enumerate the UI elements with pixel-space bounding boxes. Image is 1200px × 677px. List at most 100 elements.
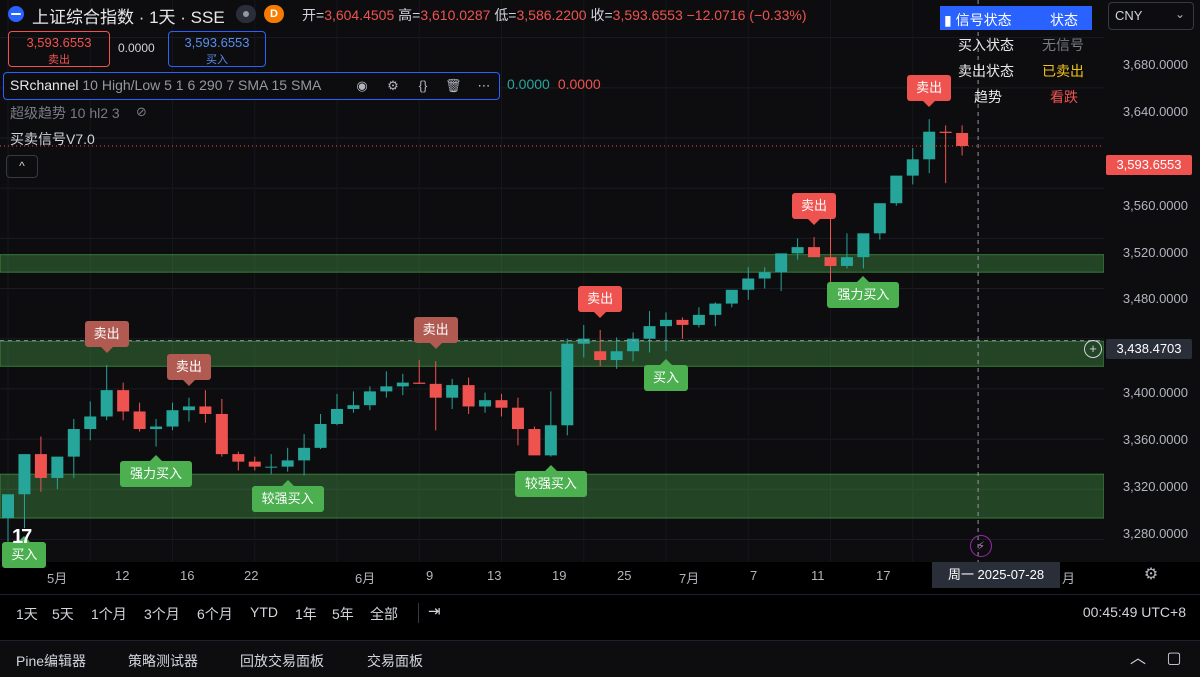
- high-label: 高=: [398, 7, 421, 23]
- tradingview-logo[interactable]: 17: [12, 526, 32, 549]
- clock[interactable]: 00:45:49 UTC+8: [1083, 604, 1186, 620]
- low-label: 低=: [494, 7, 517, 23]
- more-icon[interactable]: ⋯: [476, 78, 492, 94]
- currency-value: CNY: [1115, 8, 1143, 23]
- price-label: 3,680.0000: [1122, 57, 1188, 72]
- candle-body: [314, 424, 327, 448]
- candle-body: [791, 247, 804, 254]
- range-3m-button[interactable]: 3个月: [144, 604, 180, 624]
- buy-signal-label: 强力买入: [120, 454, 193, 487]
- sell-signal-label: 卖出: [907, 75, 952, 108]
- time-label: 6月: [355, 571, 376, 586]
- candle-body: [363, 391, 376, 406]
- table-row: 趋势 看跌: [940, 82, 1092, 108]
- toolbar-divider: [418, 603, 419, 623]
- row-key: 买入状态: [958, 37, 1014, 53]
- candle-body: [758, 272, 771, 279]
- calendar-goto-icon[interactable]: ⇥: [428, 602, 446, 620]
- signal-status-table: ▮ 信号状态 状态 买入状态 无信号 卖出状态 已卖出 趋势 看跌: [940, 6, 1092, 108]
- time-label: 22: [244, 568, 259, 583]
- candle-body: [100, 390, 113, 417]
- buy-button[interactable]: 3,593.6553 买入: [168, 31, 266, 67]
- candle-body: [824, 257, 837, 266]
- tab-strategy-tester[interactable]: 策略测试器: [128, 651, 198, 671]
- hidden-eye-icon[interactable]: ⊘: [136, 104, 152, 120]
- candle-body: [742, 278, 755, 290]
- time-label: 月: [1062, 571, 1076, 586]
- candle-body: [232, 454, 245, 462]
- price-label: 3,560.0000: [1122, 198, 1188, 213]
- candle-body: [890, 175, 903, 204]
- maximize-icon[interactable]: ▢: [1164, 649, 1184, 669]
- candle-body: [380, 386, 393, 392]
- time-label: 5月: [47, 571, 68, 586]
- buy-signal-label: 买入: [644, 359, 688, 392]
- range-all-button[interactable]: 全部: [370, 604, 398, 624]
- range-toolbar: 1天 5天 1个月 3个月 6个月 YTD 1年 5年 全部 ⇥ 00:45:4…: [0, 594, 1200, 631]
- time-label: 16: [180, 568, 195, 583]
- tab-replay-panel[interactable]: 回放交易面板: [240, 651, 324, 671]
- eye-icon[interactable]: ◉: [354, 78, 370, 94]
- range-1m-button[interactable]: 1个月: [91, 604, 127, 624]
- range-6m-button[interactable]: 6个月: [197, 604, 233, 624]
- close-label: 收=: [590, 7, 613, 23]
- range-1d-button[interactable]: 1天: [16, 604, 38, 624]
- sr-channel-indicator-row[interactable]: SRchannel 10 High/Low 5 1 6 290 7 SMA 15…: [3, 72, 500, 100]
- tab-pine-editor[interactable]: Pine编辑器: [16, 651, 86, 671]
- time-label: 12: [115, 568, 130, 583]
- crosshair-date-tag: 周一 2025-07-28: [932, 562, 1060, 588]
- currency-select[interactable]: CNY ⌄: [1108, 2, 1194, 30]
- candle-body: [462, 385, 475, 407]
- signal-indicator-legend[interactable]: 买卖信号V7.0: [10, 129, 95, 149]
- tab-trading-panel[interactable]: 交易面板: [367, 651, 423, 671]
- supertrend-legend[interactable]: 超级趋势 10 hl2 3: [10, 103, 120, 123]
- candle-body: [479, 400, 492, 407]
- candle-body: [84, 416, 97, 430]
- settings-gear-icon[interactable]: ⚙: [385, 78, 401, 94]
- range-1y-button[interactable]: 1年: [295, 604, 317, 624]
- time-label: 25: [617, 568, 632, 583]
- sr-channel-values: 0.0000 0.0000: [507, 76, 601, 92]
- candle-body: [281, 460, 294, 467]
- chevron-up-icon[interactable]: ︿: [1128, 649, 1148, 669]
- lightning-icon[interactable]: ⚡: [970, 535, 992, 557]
- candle-body: [347, 405, 360, 409]
- sell-button[interactable]: 3,593.6553 卖出: [8, 31, 110, 67]
- candle-body: [199, 406, 212, 414]
- data-badge[interactable]: D: [264, 5, 284, 23]
- range-5d-button[interactable]: 5天: [52, 604, 74, 624]
- trash-icon[interactable]: 🗑: [445, 78, 462, 94]
- sr-channel-legend: SRchannel 10 High/Low 5 1 6 290 7 SMA 15…: [10, 77, 321, 93]
- row-value: 无信号: [1042, 37, 1084, 53]
- market-status-icon[interactable]: [236, 5, 256, 23]
- table-header-col2: 状态: [1050, 12, 1078, 28]
- table-row: 买入状态 无信号: [940, 30, 1092, 56]
- candle-body: [511, 407, 524, 430]
- source-code-icon[interactable]: {}: [415, 78, 431, 94]
- time-label: 19: [552, 568, 567, 583]
- ohlc-readout: 开=3,604.4505 高=3,610.0287 低=3,586.2200 收…: [302, 5, 807, 25]
- candle-body: [215, 413, 228, 455]
- price-scale[interactable]: 3,680.0000 3,640.0000 3,560.0000 3,520.0…: [1104, 0, 1200, 562]
- candle-body: [67, 429, 80, 457]
- open-label: 开=: [302, 7, 325, 23]
- candle-body: [956, 132, 969, 146]
- candle-body: [396, 382, 409, 387]
- candle-body: [429, 383, 442, 398]
- add-alert-plus-icon[interactable]: +: [1084, 340, 1102, 358]
- symbol-title[interactable]: 上证综合指数 · 1天 · SSE: [32, 3, 225, 28]
- chart-settings-gear-icon[interactable]: ⚙: [1142, 566, 1160, 584]
- price-label: 3,360.0000: [1122, 432, 1188, 447]
- candle-body: [298, 447, 311, 461]
- row-value: 看跌: [1050, 89, 1078, 105]
- time-label: 9: [426, 568, 434, 583]
- candle-body: [725, 289, 738, 304]
- collapse-legend-button[interactable]: ^: [6, 155, 38, 178]
- row-key: 趋势: [974, 89, 1002, 105]
- row-value: 已卖出: [1042, 63, 1084, 79]
- candle-body: [939, 131, 952, 133]
- range-ytd-button[interactable]: YTD: [250, 604, 278, 620]
- candle-body: [18, 454, 31, 495]
- change-value: −12.0716 (−0.33%): [686, 7, 807, 23]
- range-5y-button[interactable]: 5年: [332, 604, 354, 624]
